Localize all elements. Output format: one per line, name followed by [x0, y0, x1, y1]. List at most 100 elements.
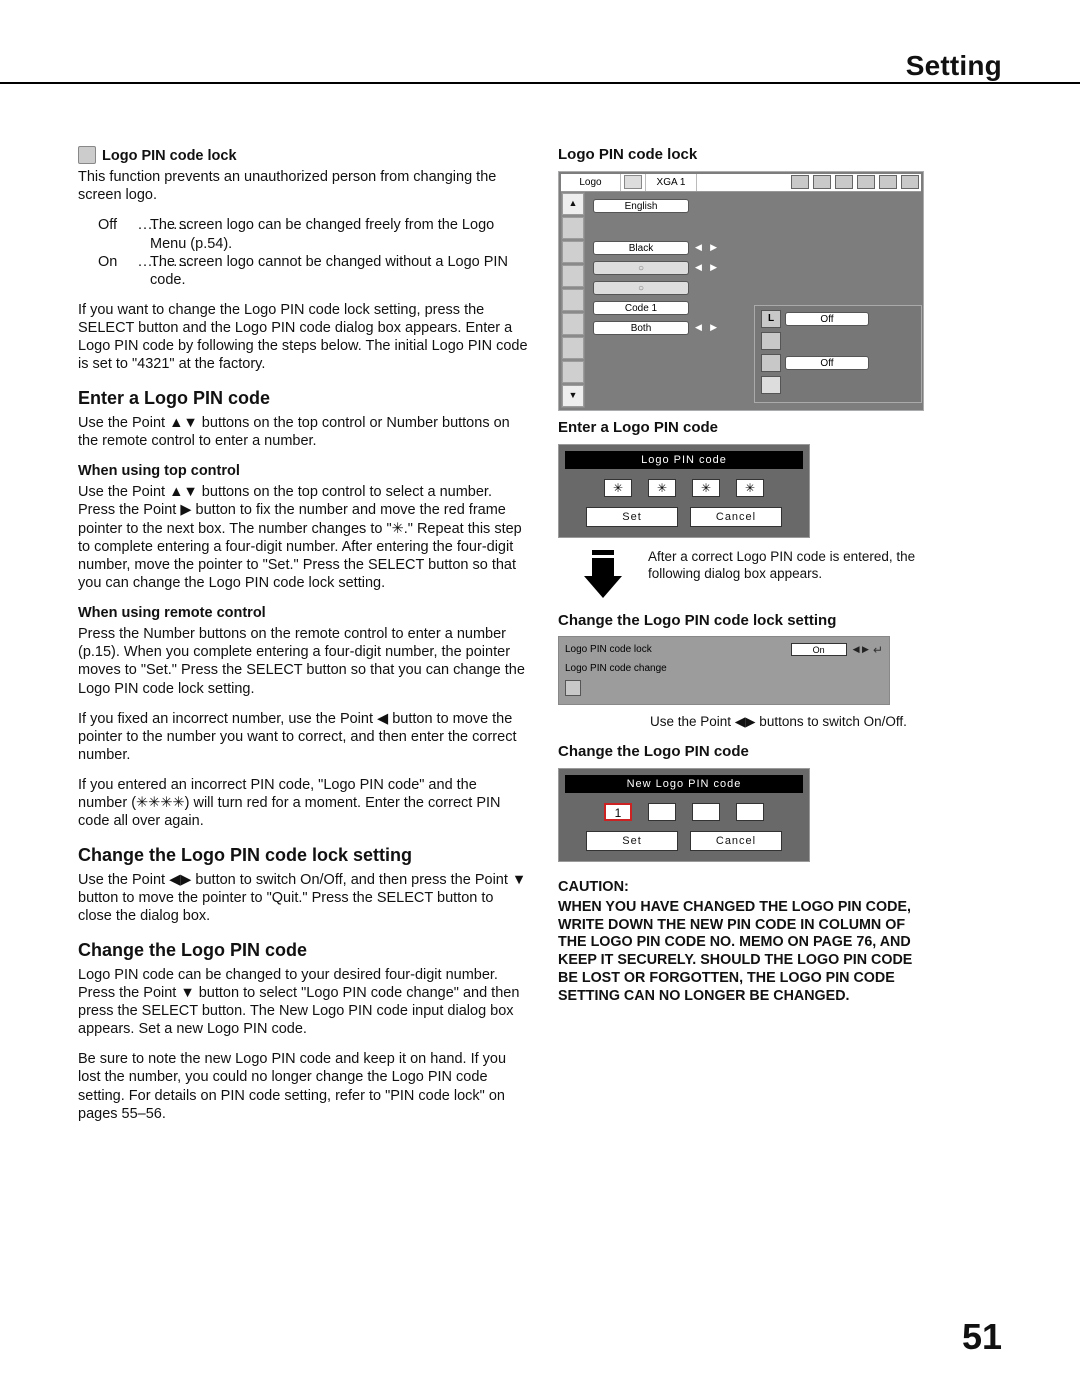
digit-box-active: 1 [604, 803, 632, 821]
dialog-new-pin: New Logo PIN code 1 Set Cancel [558, 768, 810, 862]
para-change-lock: Use the Point ◀▶ button to switch On/Off… [78, 871, 528, 925]
row-label: Logo PIN code lock [565, 645, 652, 655]
heading-change-lock: Change the Logo PIN code lock setting [78, 844, 528, 867]
logo-lock-icon [78, 146, 96, 164]
osd-tab-icons [789, 174, 921, 190]
digit-box: ✳ [648, 479, 676, 497]
content-columns: Logo PIN code lock This function prevent… [78, 142, 1002, 1135]
cancel-button: Cancel [690, 507, 782, 527]
quit-icon [761, 376, 781, 394]
osd-subrow-lock [761, 332, 915, 350]
lr-arrows-icon: ◀ ▶ [853, 645, 869, 654]
para-top-control: Use the Point ▲▼ buttons on the top cont… [78, 483, 528, 592]
osd-subrow-quit [761, 376, 915, 394]
osd-row-code: Code 1 [593, 298, 717, 318]
osd-value: ○ [593, 261, 689, 275]
osd-option-list: English Black◀▶ ○ ◀▶ ○ Code 1 Both ◀▶ [585, 192, 723, 408]
digit-box [692, 803, 720, 821]
set-button: Set [586, 507, 678, 527]
osd-menu-icon [879, 175, 897, 189]
osd-value: ○ [593, 281, 689, 295]
side-icon [562, 337, 584, 359]
osd-value: English [593, 199, 689, 213]
osd-submenu: L Off Off [754, 305, 922, 403]
osd-menu-icon [835, 175, 853, 189]
page-number: 51 [962, 1319, 1002, 1355]
digit-box: ✳ [692, 479, 720, 497]
heading-osd-change-lock: Change the Logo PIN code lock setting [558, 612, 924, 631]
dialog-button-row: Set Cancel [565, 831, 803, 851]
osd-menu-icon [901, 175, 919, 189]
heading-top-control: When using top control [78, 462, 528, 480]
osd-menu-icon [791, 175, 809, 189]
definition-list: Off .......... The screen logo can be ch… [96, 216, 528, 289]
osd-lock-screenshot: Logo XGA 1 ▲ [558, 171, 924, 403]
osd-row-language: English [593, 196, 717, 216]
heading-osd-change-pin: Change the Logo PIN code [558, 743, 924, 762]
osd-title-bar: Logo XGA 1 [561, 174, 921, 192]
osd-row-both: Both ◀▶ [593, 318, 717, 338]
cancel-button: Cancel [690, 831, 782, 851]
osd-side-icons: ▲ ▼ [561, 192, 585, 408]
side-icon [562, 217, 584, 239]
arrow-down-icon [576, 548, 630, 602]
heading-logo-pin-lock: Logo PIN code lock [78, 146, 528, 165]
heading-remote-control: When using remote control [78, 604, 528, 622]
caution-text: WHEN YOU HAVE CHANGED THE LOGO PIN CODE,… [558, 899, 924, 1006]
scroll-up-icon: ▲ [562, 193, 584, 215]
row-label: Logo PIN code change [565, 664, 667, 674]
heading-change-pin: Change the Logo PIN code [78, 939, 528, 962]
para-enter-pin: Use the Point ▲▼ buttons on the top cont… [78, 414, 528, 450]
side-icon [562, 241, 584, 263]
caution-heading: CAUTION: [558, 878, 924, 896]
right-column: Logo PIN code lock Logo XGA 1 [558, 142, 924, 1135]
letter-l-icon: L [761, 310, 781, 328]
def-val-off: The screen logo can be changed freely fr… [148, 216, 528, 252]
dialog-title: Logo PIN code [565, 451, 803, 469]
dialog-title: New Logo PIN code [565, 775, 803, 793]
para-remote-control: Press the Number buttons on the remote c… [78, 625, 528, 698]
osd-sub-value: Off [785, 356, 869, 370]
arrow-note-text: After a correct Logo PIN code is entered… [648, 548, 924, 583]
osd-sub-value: Off [785, 312, 869, 326]
def-key-off: Off [96, 216, 136, 252]
digit-box: ✳ [604, 479, 632, 497]
osd-tab-label: Logo [561, 174, 621, 191]
lr-arrows-icon: ◀▶ [695, 242, 717, 253]
osd-value: Both [593, 321, 689, 335]
switch-note: Use the Point ◀▶ buttons to switch On/Of… [650, 713, 924, 731]
heading-osd-enter-pin: Enter a Logo PIN code [558, 419, 924, 438]
osd-row-circle: ○ [593, 278, 717, 298]
para-change-intro: If you want to change the Logo PIN code … [78, 301, 528, 374]
osd-tab-icon [624, 175, 642, 189]
def-val-on: The screen logo cannot be changed withou… [148, 253, 528, 289]
osd-subrow-l: L Off [761, 310, 915, 328]
osd-row-background: Black◀▶ [593, 238, 717, 258]
digit-box [648, 803, 676, 821]
para-lock-intro: This function prevents an unauthorized p… [78, 168, 528, 204]
side-icon [562, 361, 584, 383]
logo-lock-icon [761, 354, 781, 372]
return-arrow-icon: ↵ [873, 644, 883, 656]
page-title: Setting [906, 52, 1002, 80]
arrow-note-row: After a correct Logo PIN code is entered… [576, 548, 924, 602]
para-wrong-pin: If you entered an incorrect PIN code, "L… [78, 776, 528, 830]
digit-row: ✳ ✳ ✳ ✳ [565, 479, 803, 497]
osd-subrow-logo-lock: Off [761, 354, 915, 372]
digit-box [736, 803, 764, 821]
scroll-down-icon: ▼ [562, 385, 584, 407]
para-fix-number: If you fixed an incorrect number, use th… [78, 710, 528, 764]
osd-menu-icon [857, 175, 875, 189]
side-icon [562, 313, 584, 335]
lock-value: On [791, 643, 847, 656]
panel-change-lock: Logo PIN code lock On ◀ ▶ ↵ Logo PIN cod… [558, 636, 890, 705]
dots-leader: ........... [136, 253, 148, 289]
osd-value: Code 1 [593, 301, 689, 315]
para-change-pin-1: Logo PIN code can be changed to your des… [78, 966, 528, 1039]
heading-enter-pin: Enter a Logo PIN code [78, 387, 528, 410]
side-icon [562, 289, 584, 311]
left-column: Logo PIN code lock This function prevent… [78, 142, 528, 1135]
side-icon [562, 265, 584, 287]
lr-arrows-icon: ◀▶ [695, 322, 717, 333]
heading-osd-lock: Logo PIN code lock [558, 146, 924, 165]
